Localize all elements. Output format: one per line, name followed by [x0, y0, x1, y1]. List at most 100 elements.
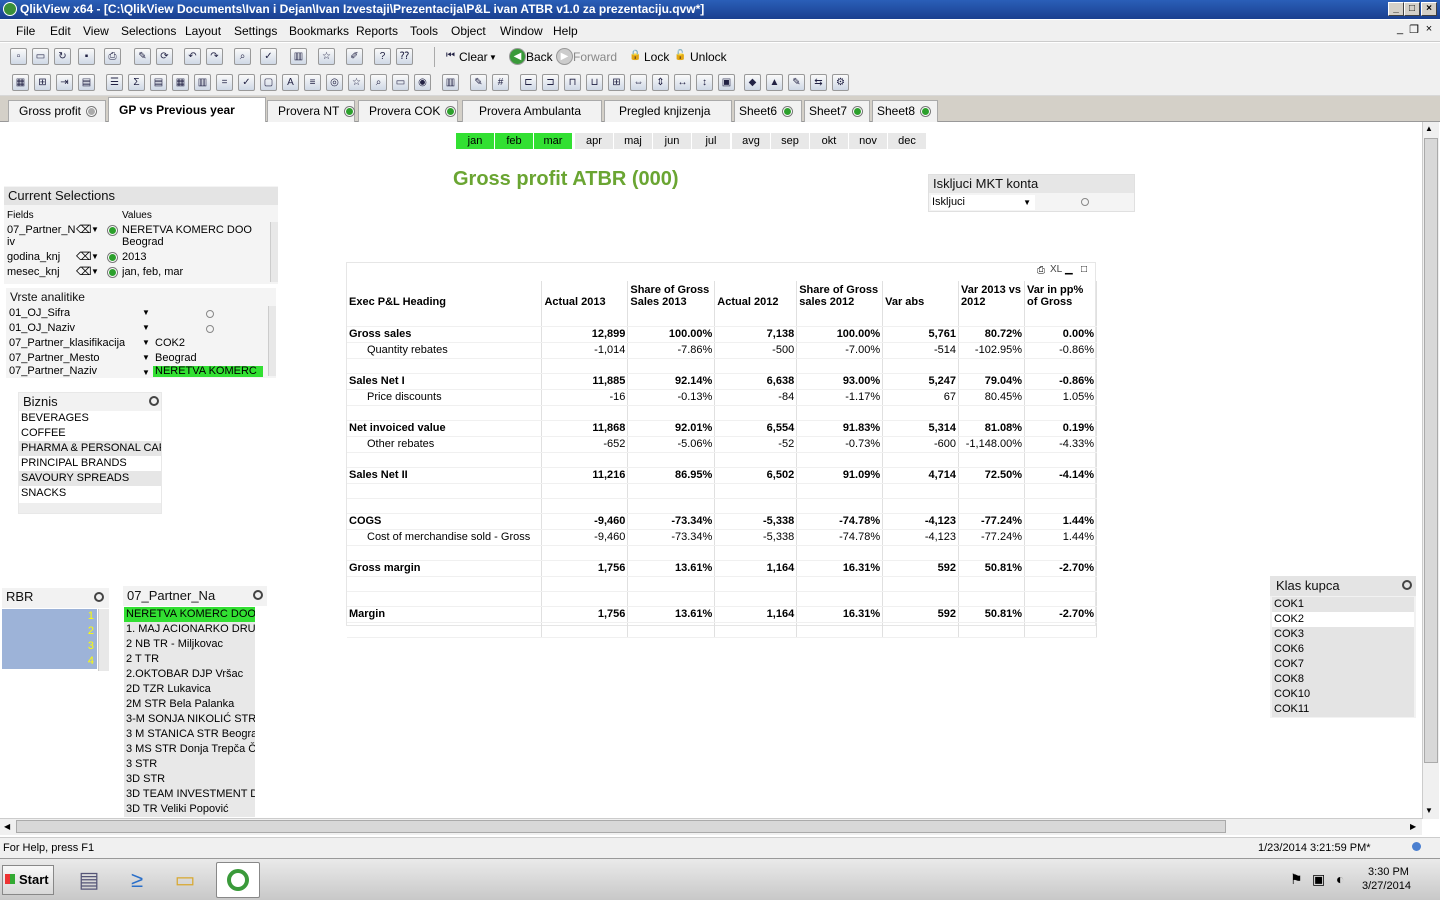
rbr-scrollbar[interactable]	[98, 609, 109, 671]
month-avg[interactable]: avg	[732, 133, 771, 149]
list-item[interactable]: COFFEE	[19, 426, 161, 441]
value-cell[interactable]	[627, 545, 716, 561]
value-cell[interactable]: -7.00%	[796, 342, 884, 359]
bookmark-star-icon[interactable]: ☆	[318, 48, 335, 65]
row-heading-cell[interactable]	[347, 545, 543, 561]
list-item[interactable]: 2	[2, 624, 97, 639]
row-heading-cell[interactable]: Quantity rebates	[347, 342, 543, 359]
list-item[interactable]: 3D TEAM INVESTMENT DO	[124, 787, 255, 802]
design-icon[interactable]: ✐	[346, 48, 363, 65]
reload-data-icon[interactable]: ⟳	[156, 48, 173, 65]
value-cell[interactable]: -74.78%	[796, 513, 884, 530]
row-heading-cell[interactable]	[347, 405, 543, 421]
volume-icon[interactable]: ◐	[1336, 871, 1344, 887]
value-cell[interactable]: 5,247	[882, 373, 960, 390]
value-cell[interactable]	[627, 483, 716, 499]
vertical-scrollbar[interactable]: ▲ ▼	[1422, 122, 1439, 819]
space-vertical-icon[interactable]: ⇕	[652, 74, 669, 91]
properties-icon[interactable]: ▤	[78, 74, 95, 91]
align-center-icon[interactable]: ⊐	[542, 74, 559, 91]
value-cell[interactable]: -52	[714, 436, 798, 453]
value-cell[interactable]: -4.33%	[1024, 436, 1097, 453]
value-cell[interactable]: 12,899	[541, 326, 629, 343]
row-heading-cell[interactable]	[347, 311, 543, 327]
row-heading-cell[interactable]	[347, 498, 543, 514]
value-cell[interactable]	[958, 576, 1026, 592]
value-cell[interactable]	[541, 576, 629, 592]
list-item[interactable]: 3D TR Veliki Popović	[124, 802, 255, 817]
value-cell[interactable]	[541, 483, 629, 499]
value-cell[interactable]	[796, 358, 884, 374]
value-cell[interactable]	[958, 498, 1026, 514]
xl-export-button[interactable]: XL	[1050, 264, 1062, 275]
align-left-icon[interactable]: ⊏	[520, 74, 537, 91]
value-cell[interactable]: 67	[882, 389, 960, 406]
eraser-icon[interactable]: ⌫	[76, 265, 92, 280]
forward-icon[interactable]: ▶	[556, 48, 573, 65]
value-cell[interactable]: -652	[541, 436, 629, 453]
new-sheet-icon[interactable]: ▦	[12, 74, 29, 91]
value-cell[interactable]: 81.08%	[958, 420, 1026, 437]
tab-sheet8[interactable]: Sheet8	[872, 100, 938, 122]
value-cell[interactable]: -0.86%	[1024, 373, 1097, 390]
list-item[interactable]: COK10	[1272, 687, 1414, 702]
row-heading-cell[interactable]	[347, 452, 543, 468]
value-cell[interactable]	[796, 591, 884, 607]
value-cell[interactable]: 1.44%	[1024, 529, 1097, 546]
list-item[interactable]: 3-M SONJA NIKOLIĆ STR B	[124, 712, 255, 727]
value-cell[interactable]: 7,138	[714, 326, 798, 343]
value-cell[interactable]: 91.83%	[796, 420, 884, 437]
value-cell[interactable]	[541, 622, 629, 638]
list-item-selected[interactable]: NERETVA KOMERC DOO B	[124, 607, 255, 622]
value-cell[interactable]: -77.24%	[958, 529, 1026, 546]
value-cell[interactable]: 50.81%	[958, 560, 1026, 577]
value-cell[interactable]: -9,460	[541, 513, 629, 530]
menu-help[interactable]: Help	[553, 24, 578, 38]
value-cell[interactable]	[882, 358, 960, 374]
value-cell[interactable]: -1,014	[541, 342, 629, 359]
network-icon[interactable]: ▣	[1312, 871, 1325, 888]
format-painter-icon[interactable]: ✎	[470, 74, 487, 91]
value-cell[interactable]	[1024, 576, 1097, 592]
biznis-scrollbar[interactable]	[19, 503, 161, 513]
col-header-share-2012[interactable]: Share of Gross sales 2012	[796, 281, 884, 311]
bookmark-object-icon[interactable]: ☆	[348, 74, 365, 91]
value-cell[interactable]	[1024, 483, 1097, 499]
value-cell[interactable]	[714, 311, 798, 327]
month-apr[interactable]: apr	[575, 133, 614, 149]
menu-window[interactable]: Window	[500, 24, 543, 38]
value-cell[interactable]	[714, 591, 798, 607]
row-heading-cell[interactable]	[347, 622, 543, 638]
search-icon[interactable]	[253, 590, 263, 600]
value-cell[interactable]	[882, 622, 960, 638]
maximize-icon[interactable]: □	[1081, 264, 1087, 275]
value-cell[interactable]: -5.06%	[627, 436, 716, 453]
row-heading-cell[interactable]: Cost of merchandise sold - Gross	[347, 529, 543, 546]
row-heading-cell[interactable]	[347, 358, 543, 374]
list-item[interactable]: 3D STR	[124, 772, 255, 787]
tab-pregled-knjizenja[interactable]: Pregled knjizenja	[604, 100, 732, 122]
current-selections-icon[interactable]: ✓	[238, 74, 255, 91]
grid-icon[interactable]: #	[492, 74, 509, 91]
value-cell[interactable]	[714, 405, 798, 421]
value-cell[interactable]: 93.00%	[796, 373, 884, 390]
value-cell[interactable]: 11,885	[541, 373, 629, 390]
search-object-icon[interactable]: ⌕	[370, 74, 387, 91]
value-cell[interactable]: -9,460	[541, 529, 629, 546]
value-cell[interactable]	[958, 622, 1026, 638]
doc-close-icon[interactable]: ×	[1422, 23, 1436, 35]
value-cell[interactable]: 72.50%	[958, 467, 1026, 484]
text-object-icon[interactable]: A	[282, 74, 299, 91]
multibox-icon[interactable]: ▤	[150, 74, 167, 91]
selections-scrollbar[interactable]	[270, 222, 278, 282]
list-item[interactable]: SNACKS	[19, 486, 161, 501]
multibox-value-selected[interactable]: NERETVA KOMERC	[153, 366, 263, 377]
print-icon[interactable]: ⎙	[104, 48, 121, 65]
menu-object[interactable]: Object	[451, 24, 486, 38]
value-cell[interactable]	[627, 498, 716, 514]
value-cell[interactable]: 0.00%	[1024, 326, 1097, 343]
undo-icon[interactable]: ↶	[184, 48, 201, 65]
row-heading-cell[interactable]: Margin	[347, 606, 543, 623]
value-cell[interactable]	[714, 452, 798, 468]
radio-icon[interactable]	[1081, 198, 1089, 206]
